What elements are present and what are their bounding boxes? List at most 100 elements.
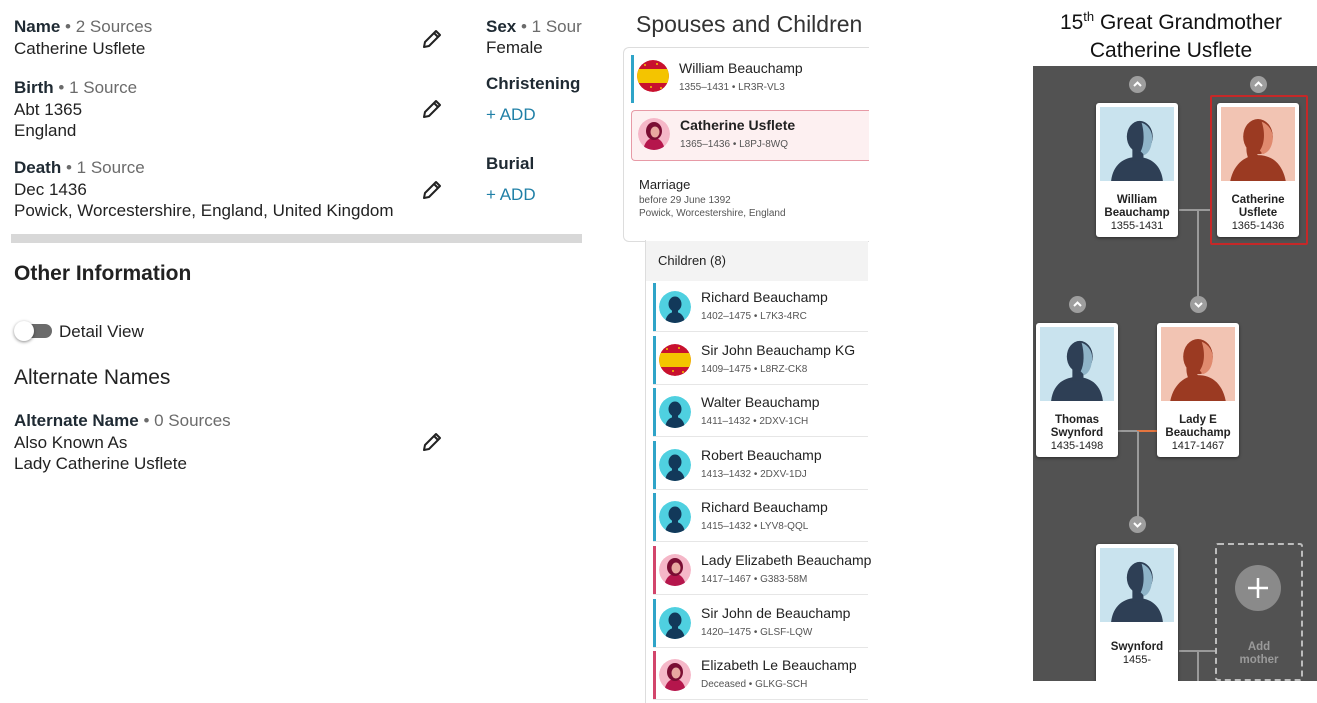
couple-line-mid-accent — [1137, 430, 1157, 432]
relationship-person: Catherine Usflete — [1089, 39, 1253, 62]
child-name: Walter Beauchamp — [701, 394, 820, 410]
death-label: Death — [14, 158, 62, 177]
alt-name-fact-title: Alternate Name • 0 Sources — [14, 411, 231, 431]
child-meta: 1415–1432 • LYV8-QQL — [701, 521, 809, 532]
marriage-block[interactable]: Marriage before 29 June 1392 Powick, Wor… — [639, 177, 786, 219]
spouse-meta: 1355–1431 • LR3R-VL3 — [679, 82, 785, 93]
expand-up-chevron-icon[interactable] — [1069, 296, 1086, 313]
male-bar — [653, 441, 656, 489]
edit-birth-pencil-icon[interactable] — [420, 97, 444, 121]
birth-place: England — [14, 121, 77, 140]
add-mother-card[interactable]: Add mother — [1215, 543, 1303, 681]
descent-line-1 — [1197, 210, 1199, 298]
child-row[interactable]: Lady Elizabeth Beauchamp 1417–1467 • G383… — [653, 546, 871, 594]
edit-death-pencil-icon[interactable] — [420, 178, 444, 202]
child-row[interactable]: Sir John Beauchamp KG 1409–1475 • L8RZ-CK… — [653, 336, 868, 384]
tree-card-dates: 1417-1467 — [1171, 440, 1225, 452]
male-bar — [653, 599, 656, 647]
death-fact-title: Death • 1 Source — [14, 158, 145, 178]
child-row[interactable]: Richard Beauchamp 1402–1475 • L7K3-4RC — [653, 283, 868, 331]
female-bar — [653, 651, 656, 699]
family-title: Spouses and Children — [636, 11, 863, 37]
tree-card-dates: 1365-1436 — [1231, 220, 1285, 232]
male-bar — [653, 493, 656, 541]
female-portrait-icon — [1161, 327, 1235, 401]
add-burial-link[interactable]: + ADD — [486, 185, 536, 205]
male-bar — [653, 388, 656, 436]
child-row[interactable]: Elizabeth Le Beauchamp Deceased • GLKG-SC… — [653, 651, 868, 699]
child-meta: 1402–1475 • L7K3-4RC — [701, 311, 807, 322]
child-meta: 1409–1475 • L8RZ-CK8 — [701, 364, 808, 375]
tree-card-catherine[interactable]: Catherine Usflete 1365-1436 — [1217, 103, 1299, 237]
child-row[interactable]: Richard Beauchamp 1415–1432 • LYV8-QQL — [653, 493, 868, 541]
female-portrait-icon — [1221, 107, 1295, 181]
burial-label: Burial — [486, 154, 535, 173]
tree-card-dates: 1355-1431 — [1110, 220, 1164, 232]
child-meta: 1411–1432 • 2DXV-1CH — [701, 416, 809, 427]
tree-canvas: William Beauchamp 1355-1431 Catherine Us… — [1033, 66, 1317, 681]
descent-line-3 — [1197, 651, 1199, 681]
male-avatar-icon — [659, 501, 691, 533]
name-fact-title: Name • 2 Sources — [14, 17, 152, 37]
male-avatar-icon — [659, 607, 691, 639]
tree-card-thomas[interactable]: Thomas Swynford 1435-1498 — [1036, 323, 1118, 457]
child-name: Robert Beauchamp — [701, 447, 822, 463]
male-portrait-icon — [1100, 548, 1174, 622]
marriage-date: before 29 June 1392 — [639, 195, 731, 206]
add-christening-link[interactable]: + ADD — [486, 105, 536, 125]
child-row[interactable]: Sir John de Beauchamp 1420–1475 • GLSF-LQ… — [653, 599, 868, 647]
alt-name-value: Lady Catherine Usflete — [14, 454, 187, 473]
child-row[interactable]: Robert Beauchamp 1413–1432 • 2DXV-1DJ — [653, 441, 868, 489]
christening-label: Christening — [486, 74, 581, 93]
sex-value: Female — [486, 38, 543, 57]
child-name: Elizabeth Le Beauchamp — [701, 657, 857, 673]
edit-name-pencil-icon[interactable] — [420, 27, 444, 51]
alt-name-sources[interactable]: • 0 Sources — [143, 411, 230, 430]
marriage-label: Marriage — [639, 177, 691, 192]
sex-sources[interactable]: • 1 Sourc — [521, 17, 582, 36]
expand-up-chevron-icon[interactable] — [1250, 76, 1267, 93]
name-sources[interactable]: • 2 Sources — [65, 17, 152, 36]
tree-card-name: Thomas Swynford — [1050, 414, 1104, 439]
add-plus-icon — [1235, 565, 1281, 611]
death-place: Powick, Worcestershire, England, United … — [14, 201, 394, 220]
tree-card-william[interactable]: William Beauchamp 1355-1431 — [1096, 103, 1178, 237]
sex-fact: Sex • 1 Sourc Female — [486, 17, 582, 58]
flag-avatar-icon — [659, 344, 691, 376]
relationship-label: 15th Great Grandmother — [1059, 9, 1283, 34]
child-name: Sir John de Beauchamp — [701, 605, 851, 621]
expand-up-chevron-icon[interactable] — [1129, 76, 1146, 93]
relationship-heading: 15th Great Grandmother Catherine Usflete — [1033, 3, 1309, 65]
section-divider — [11, 234, 582, 243]
female-avatar-icon — [638, 118, 670, 150]
descent-line-2 — [1137, 431, 1139, 519]
female-avatar-icon — [659, 554, 691, 586]
child-row[interactable]: Walter Beauchamp 1411–1432 • 2DXV-1CH — [653, 388, 868, 436]
child-meta: 1417–1467 • G383-58M — [701, 574, 808, 585]
alt-name-label: Alternate Name — [14, 411, 139, 430]
tree-card-swynford[interactable]: Swynford 1455- — [1096, 544, 1178, 681]
tree-card-name: Lady E Beauchamp — [1165, 414, 1231, 439]
male-portrait-icon — [1040, 327, 1114, 401]
edit-alt-name-pencil-icon[interactable] — [420, 430, 444, 454]
other-info-title: Other Information — [14, 262, 192, 285]
spouse-row-catherine[interactable]: Catherine Usflete 1365–1436 • L8PJ-8WQ — [631, 110, 869, 161]
birth-label: Birth — [14, 78, 54, 97]
female-avatar-icon — [659, 659, 691, 691]
collapse-down-chevron-icon[interactable] — [1129, 516, 1146, 533]
alternate-names-title: Alternate Names — [14, 366, 171, 389]
birth-sources[interactable]: • 1 Source — [58, 78, 137, 97]
collapse-down-chevron-icon[interactable] — [1190, 296, 1207, 313]
child-meta: 1413–1432 • 2DXV-1DJ — [701, 469, 807, 480]
tree-card-lady-e[interactable]: Lady E Beauchamp 1417-1467 — [1157, 323, 1239, 457]
marriage-place: Powick, Worcestershire, England — [639, 208, 786, 219]
children-header-label: Children (8) — [658, 253, 726, 268]
spouse-row-william[interactable]: William Beauchamp 1355–1431 • LR3R-VL3 — [631, 55, 868, 103]
death-sources[interactable]: • 1 Source — [66, 158, 145, 177]
male-avatar-icon — [659, 449, 691, 481]
male-avatar-icon — [659, 396, 691, 428]
spouse-flag-avatar-icon — [637, 60, 669, 92]
tree-card-name: William Beauchamp — [1104, 194, 1170, 219]
birth-date: Abt 1365 — [14, 100, 83, 119]
children-header[interactable]: Children (8) — [646, 241, 868, 281]
